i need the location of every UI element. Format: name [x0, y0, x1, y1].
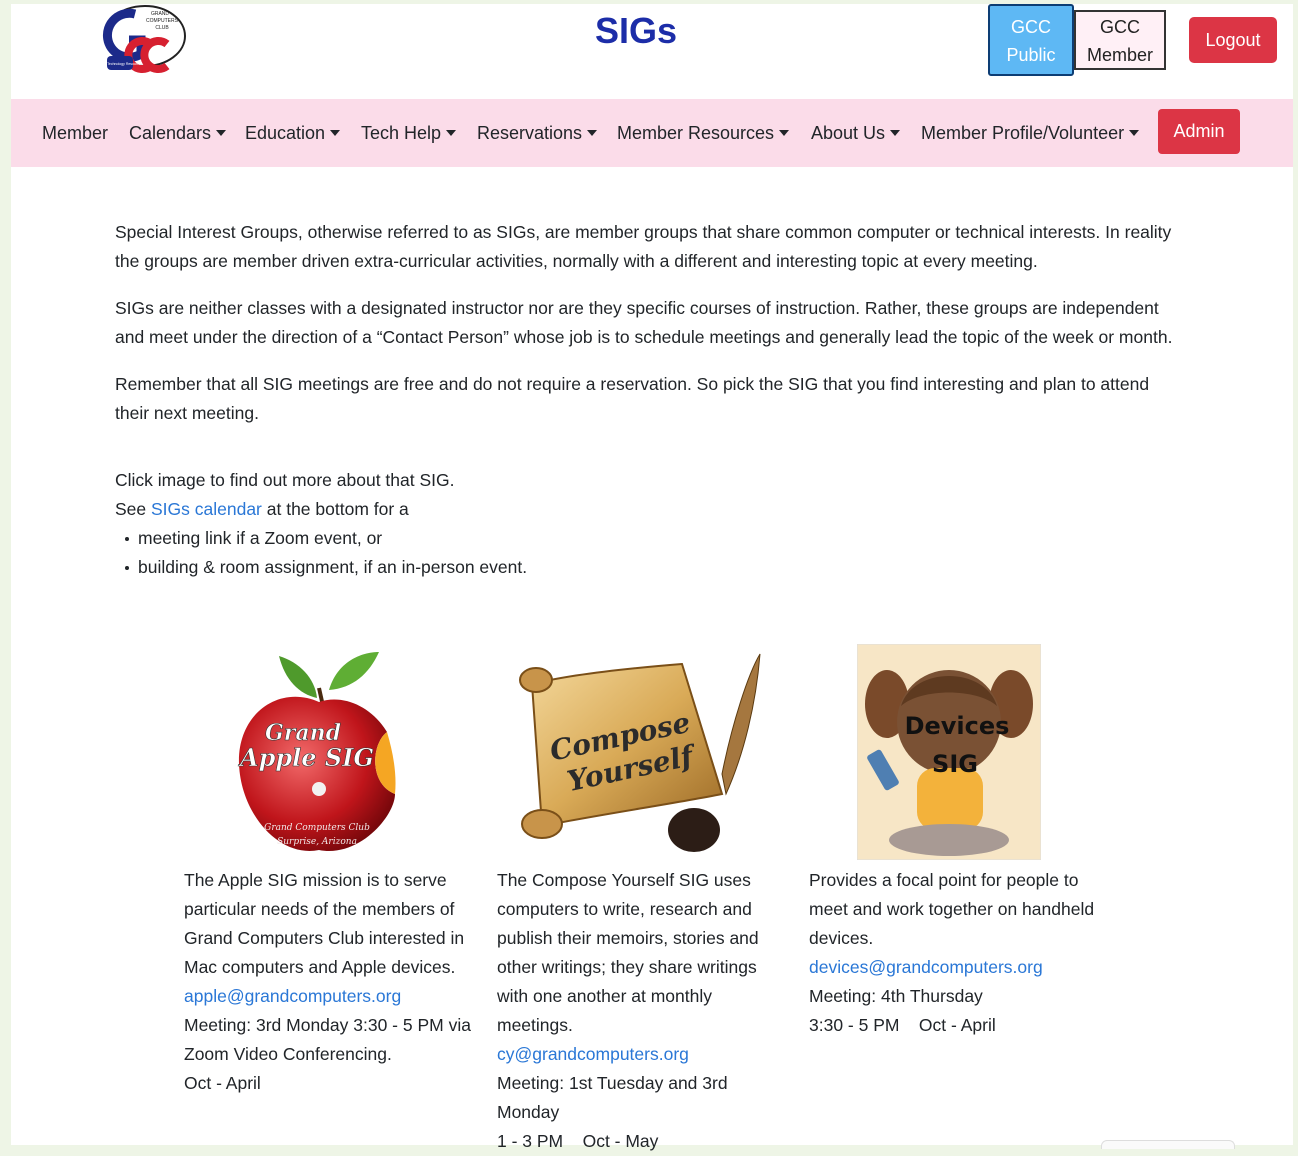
apple-sig-image[interactable]: Grand Apple SIG Grand Computers Club Sur…: [219, 644, 419, 860]
apple-sig-meeting: Meeting: 3rd Monday 3:30 - 5 PM via Zoom…: [184, 1015, 471, 1064]
apple-caption-1: Grand Computers Club: [264, 823, 370, 833]
devices-sig-text: Provides a focal point for people to mee…: [809, 866, 1099, 1040]
see-calendar-line: See SIGs calendar at the bottom for a: [115, 495, 1175, 524]
logout-button[interactable]: Logout: [1189, 17, 1277, 63]
chevron-down-icon: [216, 130, 227, 136]
sigs-calendar-link[interactable]: SIGs calendar: [151, 499, 262, 519]
gcc-member-line2: Member: [1086, 45, 1153, 65]
devices-sig-image[interactable]: Devices SIG: [857, 644, 1041, 860]
click-instruction: Click image to find out more about that …: [115, 470, 455, 490]
chevron-down-icon: [330, 130, 341, 136]
see-prefix: See: [115, 499, 151, 519]
apple-caption-2: Surprise, Arizona: [277, 837, 357, 847]
nav-item-member[interactable]: Member: [42, 99, 108, 167]
devices-label-2: SIG: [932, 750, 978, 778]
chevron-down-icon: [779, 130, 790, 136]
chevron-down-icon: [446, 130, 457, 136]
nav-item-tech-help[interactable]: Tech Help: [361, 99, 457, 167]
apple-sig-email-link[interactable]: apple@grandcomputers.org: [184, 986, 401, 1006]
intro-paragraph-2: SIGs are neither classes with a designat…: [115, 298, 1173, 347]
nav-item-about-us[interactable]: About Us: [811, 99, 901, 167]
nav-label-member: Member: [42, 123, 109, 143]
apple-label-2: Apple SIG: [238, 743, 374, 772]
nav-item-education[interactable]: Education: [245, 99, 341, 167]
nav-item-member-resources[interactable]: Member Resources: [617, 99, 790, 167]
compose-yourself-card: Compose Yourself The Compose Yourself SI…: [497, 644, 787, 1156]
compose-yourself-description: The Compose Yourself SIG uses computers …: [497, 870, 759, 1035]
apple-sig-card: Grand Apple SIG Grand Computers Club Sur…: [184, 644, 474, 1098]
gcc-public-line1: GCC: [1011, 17, 1051, 37]
devices-sig-meeting: Meeting: 4th Thursday: [809, 986, 983, 1006]
page: GRAND COMPUTERS CLUB Your Technology Res…: [11, 4, 1293, 1151]
compose-yourself-meeting: Meeting: 1st Tuesday and 3rd Monday: [497, 1073, 728, 1122]
compose-yourself-email-link[interactable]: cy@grandcomputers.org: [497, 1044, 689, 1064]
nav-item-member-profile[interactable]: Member Profile/Volunteer: [921, 99, 1140, 167]
nav-label-tech-help: Tech Help: [361, 123, 442, 143]
event-info-list: meeting link if a Zoom event, or buildin…: [115, 524, 1175, 582]
intro-paragraph-1: Special Interest Groups, otherwise refer…: [115, 222, 1172, 271]
nav-item-calendars[interactable]: Calendars: [129, 99, 227, 167]
see-suffix: at the bottom for a: [261, 499, 409, 519]
nav-label-about-us: About Us: [811, 123, 886, 143]
nav-label-calendars: Calendars: [129, 123, 212, 143]
nav-label-member-resources: Member Resources: [617, 123, 775, 143]
devices-sig-card: Devices SIG Provides a focal point for p…: [809, 644, 1099, 1040]
admin-button[interactable]: Admin: [1158, 109, 1240, 154]
list-item: building & room assignment, if an in-per…: [125, 553, 1175, 582]
devices-sig-description: Provides a focal point for people to mee…: [809, 870, 1095, 948]
gcc-member-button[interactable]: GCC Member: [1074, 10, 1166, 70]
compose-yourself-image[interactable]: Compose Yourself: [512, 644, 762, 860]
chevron-down-icon: [1129, 130, 1140, 136]
intro-paragraph-3: Remember that all SIG meetings are free …: [115, 374, 1150, 423]
intro-content: Special Interest Groups, otherwise refer…: [115, 218, 1175, 582]
gcc-public-button[interactable]: GCC Public: [988, 4, 1074, 76]
apple-sig-text: The Apple SIG mission is to serve partic…: [184, 866, 474, 1098]
list-item: meeting link if a Zoom event, or: [125, 524, 1175, 553]
gcc-member-line1: GCC: [1100, 17, 1140, 37]
apple-sig-season: Oct - April: [184, 1073, 261, 1093]
nav-label-education: Education: [245, 123, 326, 143]
nav-item-reservations[interactable]: Reservations: [477, 99, 598, 167]
gcc-public-line2: Public: [1006, 45, 1056, 65]
devices-label-1: Devices: [905, 712, 1010, 740]
main-navbar: Member Calendars Education Tech Help Res…: [11, 99, 1293, 167]
apple-sig-description: The Apple SIG mission is to serve partic…: [184, 870, 465, 977]
logo-tagline: Your Technology Resource: [99, 62, 141, 66]
devices-sig-email-link[interactable]: devices@grandcomputers.org: [809, 957, 1043, 977]
compose-yourself-text: The Compose Yourself SIG uses computers …: [497, 866, 787, 1156]
nav-label-reservations: Reservations: [477, 123, 583, 143]
chevron-down-icon: [587, 130, 598, 136]
compose-yourself-season: 1 - 3 PM Oct - May: [497, 1131, 659, 1151]
nav-label-member-profile: Member Profile/Volunteer: [921, 123, 1125, 143]
devices-sig-season: 3:30 - 5 PM Oct - April: [809, 1015, 996, 1035]
chevron-down-icon: [890, 130, 901, 136]
